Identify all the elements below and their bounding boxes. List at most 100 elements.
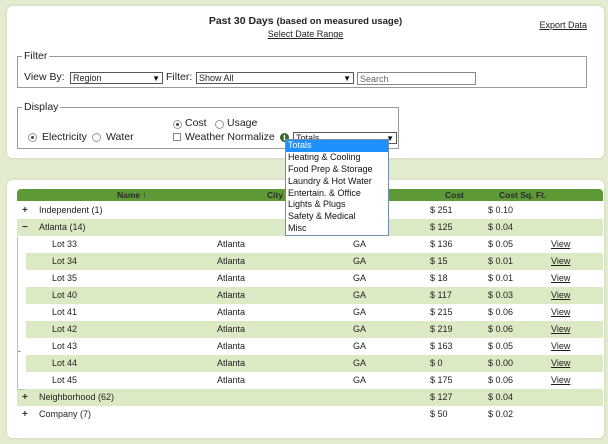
- table-row: Lot 41 Atlanta GA $ 215 $ 0.06 View: [26, 304, 603, 321]
- row-cost-sqft: $ 0.03: [488, 290, 514, 300]
- column-header-name[interactable]: Name ↑: [117, 189, 147, 201]
- row-name: Lot 33: [52, 239, 78, 249]
- column-header-city[interactable]: City: [267, 189, 283, 201]
- dropdown-option[interactable]: Safety & Medical: [286, 211, 388, 223]
- weather-normalize-label: Weather Normalize: [185, 131, 275, 143]
- group-row[interactable]: + Company (7) $ 50 $ 0.02: [17, 406, 603, 423]
- view-link[interactable]: View: [551, 287, 570, 304]
- select-date-range-label: Select Date Range: [267, 29, 344, 39]
- select-date-range-link[interactable]: Select Date Range: [7, 29, 604, 39]
- row-cost: $ 175: [430, 375, 453, 385]
- dropdown-option[interactable]: Heating & Cooling: [286, 152, 388, 164]
- column-header-cost[interactable]: Cost: [445, 189, 464, 201]
- group-name: Neighborhood (62): [39, 392, 115, 402]
- dropdown-option[interactable]: Misc: [286, 223, 388, 235]
- row-name: Lot 42: [52, 324, 78, 334]
- top-panel: Past 30 Days (based on measured usage) S…: [7, 6, 604, 158]
- row-city: Atlanta: [217, 239, 246, 249]
- dropdown-option[interactable]: Laundry & Hot Water: [286, 176, 388, 188]
- group-cost-sqft: $ 0.10: [488, 205, 514, 215]
- row-cost-sqft: $ 0.05: [488, 341, 514, 351]
- expand-icon[interactable]: +: [22, 202, 28, 219]
- collapse-caret-icon[interactable]: ˆ: [18, 350, 21, 359]
- dropdown-option[interactable]: Totals: [286, 140, 388, 152]
- row-cost: $ 163: [430, 341, 453, 351]
- table-row: Lot 43 Atlanta GA $ 163 $ 0.05 View: [26, 338, 603, 355]
- row-cost-sqft: $ 0.06: [488, 307, 514, 317]
- expand-icon[interactable]: +: [22, 389, 28, 406]
- category-dropdown-list: Totals Heating & Cooling Food Prep & Stora…: [285, 139, 389, 236]
- row-city: Atlanta: [217, 256, 246, 266]
- filter-legend: Filter: [24, 50, 48, 62]
- row-state: GA: [353, 358, 367, 368]
- row-name: Lot 41: [52, 307, 78, 317]
- title-text: Past 30 Days: [208, 15, 274, 27]
- table-row: Lot 33 Atlanta GA $ 136 $ 0.05 View: [26, 236, 603, 253]
- weather-normalize-checkbox[interactable]: [173, 133, 181, 141]
- row-cost: $ 215: [430, 307, 453, 317]
- dropdown-option[interactable]: Lights & Plugs: [286, 199, 388, 211]
- water-radio[interactable]: [92, 133, 101, 142]
- electricity-radio[interactable]: [28, 133, 37, 142]
- view-link[interactable]: View: [551, 355, 570, 372]
- row-city: Atlanta: [217, 307, 246, 317]
- view-link[interactable]: View: [551, 321, 570, 338]
- export-data-link[interactable]: Export Data: [539, 20, 587, 30]
- row-city: Atlanta: [217, 341, 246, 351]
- view-link[interactable]: View: [551, 270, 570, 287]
- dropdown-option[interactable]: Entertain. & Office: [286, 188, 388, 200]
- row-name: Lot 34: [52, 256, 78, 266]
- row-city: Atlanta: [217, 290, 246, 300]
- row-city: Atlanta: [217, 358, 246, 368]
- table-row: Lot 44 Atlanta GA $ 0 $ 0.00 View: [26, 355, 603, 372]
- row-cost: $ 219: [430, 324, 453, 334]
- row-state: GA: [353, 307, 367, 317]
- row-cost: $ 136: [430, 239, 453, 249]
- view-link[interactable]: View: [551, 372, 570, 389]
- table-row: Lot 35 Atlanta GA $ 18 $ 0.01 View: [26, 270, 603, 287]
- group-cost: $ 127: [430, 392, 453, 402]
- row-state: GA: [353, 239, 367, 249]
- electricity-label: Electricity: [42, 131, 87, 143]
- group-row[interactable]: + Neighborhood (62) $ 127 $ 0.04: [17, 389, 603, 406]
- dropdown-option[interactable]: Food Prep & Storage: [286, 164, 388, 176]
- column-header-cost-sqft[interactable]: Cost Sq. Ft.: [499, 189, 546, 201]
- group-cost: $ 251: [430, 205, 453, 215]
- row-cost: $ 15: [430, 256, 448, 266]
- row-cost-sqft: $ 0.05: [488, 239, 514, 249]
- cost-radio[interactable]: [173, 120, 182, 129]
- expand-icon[interactable]: +: [22, 406, 28, 423]
- table-row: Lot 40 Atlanta GA $ 117 $ 0.03 View: [26, 287, 603, 304]
- title-subtitle: (based on measured usage): [276, 16, 403, 27]
- filter-select[interactable]: Show All ▼: [196, 72, 354, 84]
- table-row: Lot 42 Atlanta GA $ 219 $ 0.06 View: [26, 321, 603, 338]
- row-cost-sqft: $ 0.06: [488, 324, 514, 334]
- search-input[interactable]: [357, 72, 476, 85]
- view-by-value: Region: [73, 73, 102, 83]
- group-name: Company (7): [39, 409, 92, 419]
- row-state: GA: [353, 290, 367, 300]
- row-name: Lot 40: [52, 290, 78, 300]
- collapse-icon[interactable]: −: [22, 219, 28, 236]
- group-cost: $ 50: [430, 409, 448, 419]
- water-label: Water: [106, 131, 134, 143]
- table-row: Lot 45 Atlanta GA $ 175 $ 0.06 View: [26, 372, 603, 389]
- filter-value: Show All: [199, 73, 234, 83]
- view-link[interactable]: View: [551, 338, 570, 355]
- row-name: Lot 45: [52, 375, 78, 385]
- row-cost-sqft: $ 0.01: [488, 273, 514, 283]
- view-link[interactable]: View: [551, 236, 570, 253]
- view-link[interactable]: View: [551, 253, 570, 270]
- group-indent-bar: [17, 237, 25, 390]
- view-by-select[interactable]: Region ▼: [70, 72, 163, 84]
- row-city: Atlanta: [217, 324, 246, 334]
- display-legend: Display: [24, 101, 59, 113]
- row-name: Lot 44: [52, 358, 78, 368]
- row-cost-sqft: $ 0.00: [488, 358, 514, 368]
- row-state: GA: [353, 375, 367, 385]
- row-name: Lot 43: [52, 341, 78, 351]
- usage-radio[interactable]: [215, 120, 224, 129]
- filter-label: Filter:: [166, 71, 193, 83]
- view-link[interactable]: View: [551, 304, 570, 321]
- row-state: GA: [353, 273, 367, 283]
